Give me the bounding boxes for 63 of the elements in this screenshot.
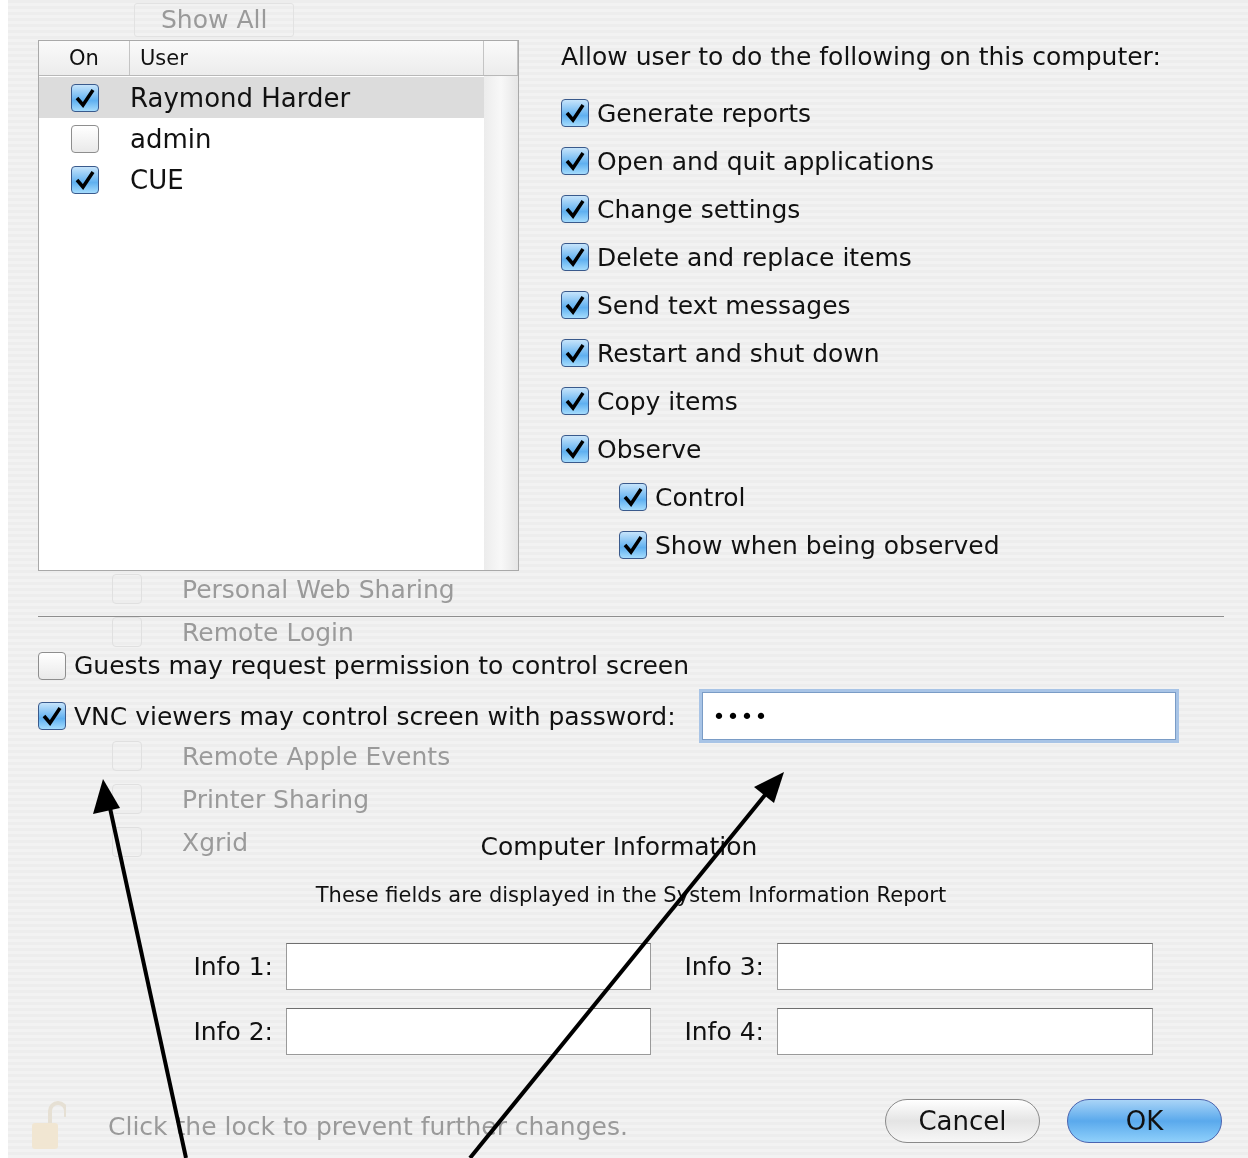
input-field[interactable] bbox=[777, 943, 1153, 990]
user-row[interactable]: admin bbox=[39, 118, 484, 159]
input-field[interactable] bbox=[777, 1008, 1153, 1055]
checkmark-icon bbox=[73, 168, 96, 191]
checkmark-icon bbox=[564, 102, 586, 124]
checkbox-label: Send text messages bbox=[597, 290, 851, 320]
checkbox[interactable] bbox=[38, 702, 66, 730]
checkbox-label: Show when being observed bbox=[655, 530, 1000, 560]
checkbox[interactable] bbox=[70, 83, 99, 112]
checkbox[interactable] bbox=[561, 339, 589, 367]
checkbox-label: Open and quit applications bbox=[597, 146, 935, 176]
column-header[interactable]: On bbox=[39, 41, 130, 75]
checkbox[interactable] bbox=[561, 195, 589, 223]
service-label: Remote Login bbox=[182, 617, 354, 647]
service-label: Printer Sharing bbox=[182, 784, 370, 814]
scroll-track[interactable] bbox=[484, 76, 518, 570]
field-label: Info 3: bbox=[684, 952, 764, 981]
service-label: Remote Apple Events bbox=[182, 741, 451, 771]
checkbox[interactable] bbox=[38, 651, 66, 680]
checkmark-icon bbox=[564, 438, 586, 460]
permissions-title: Allow user to do the following on this computer: bbox=[561, 42, 1161, 71]
checkbox-label: Change settings bbox=[597, 194, 801, 224]
checkmark-icon bbox=[564, 150, 586, 172]
cancel-button[interactable]: Cancel bbox=[885, 1099, 1040, 1143]
password-field[interactable]: •••• bbox=[701, 692, 1176, 740]
checkmark-icon bbox=[73, 86, 96, 109]
field-label: Info 2: bbox=[193, 1017, 273, 1046]
checkbox-label: Guests may request permission to control screen bbox=[74, 651, 689, 680]
checkmark-icon bbox=[564, 198, 586, 220]
checkbox[interactable] bbox=[70, 124, 99, 153]
checkbox-label: Observe bbox=[597, 434, 702, 464]
checkbox-label: Control bbox=[655, 482, 746, 512]
checkmark-icon bbox=[41, 705, 63, 727]
field-label: Info 1: bbox=[193, 952, 273, 981]
checkbox-label: Delete and replace items bbox=[597, 242, 912, 272]
checkmark-icon bbox=[564, 246, 586, 268]
service-label: Personal Web Sharing bbox=[182, 574, 455, 604]
checkbox[interactable] bbox=[70, 165, 99, 194]
input-field[interactable] bbox=[286, 1008, 651, 1055]
checkbox[interactable] bbox=[619, 531, 647, 559]
checkbox[interactable] bbox=[561, 147, 589, 175]
checkbox-label: Generate reports bbox=[597, 98, 812, 128]
checkbox-label: Copy items bbox=[597, 386, 738, 416]
field-label: Info 4: bbox=[684, 1017, 764, 1046]
checkbox[interactable] bbox=[619, 483, 647, 511]
checkmark-icon bbox=[622, 486, 644, 508]
checkbox-label: VNC viewers may control screen with password: bbox=[74, 701, 676, 731]
checkmark-icon bbox=[564, 390, 586, 412]
service-label: Xgrid bbox=[182, 827, 249, 857]
column-header[interactable]: User bbox=[130, 41, 484, 75]
checkbox[interactable] bbox=[561, 387, 589, 415]
checkmark-icon bbox=[622, 534, 644, 556]
input-field[interactable] bbox=[286, 943, 651, 990]
checkmark-icon bbox=[564, 342, 586, 364]
user-row[interactable]: Raymond Harder bbox=[39, 77, 484, 118]
checkbox[interactable] bbox=[561, 99, 589, 127]
checkmark-icon bbox=[564, 294, 586, 316]
checkbox[interactable] bbox=[561, 243, 589, 271]
checkbox[interactable] bbox=[561, 291, 589, 319]
user-row[interactable]: CUE bbox=[39, 159, 484, 200]
ok-button[interactable]: OK bbox=[1067, 1099, 1222, 1143]
checkbox[interactable] bbox=[561, 435, 589, 463]
checkbox-label: Restart and shut down bbox=[597, 338, 880, 368]
